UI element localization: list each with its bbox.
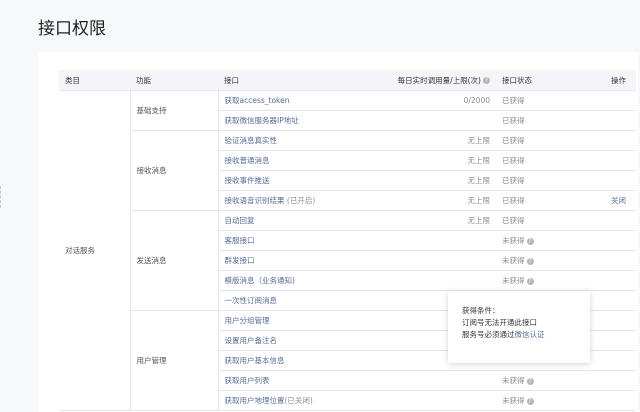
status-cell: 未获得? [496,250,564,271]
api-link[interactable]: 用户分组管理 [225,316,270,325]
question-circle-icon[interactable]: ? [526,237,534,245]
op-cell [564,150,636,171]
group-basic: 基础支持 [130,90,219,131]
status-cell: 未获得? [496,230,564,251]
api-link[interactable]: 接收普通消息 [225,156,270,165]
api-link[interactable]: 获取access_token [225,96,290,105]
quota-cell: 无上限 [382,210,496,231]
api-link[interactable]: 设置用户备注名 [225,336,278,345]
api-link[interactable]: 获取微信服务器IP地址 [225,116,299,125]
status-cell: 已获得 [496,110,564,131]
op-cell [564,270,636,291]
header-operation: 操作 [564,70,636,91]
table-header-row: 类目 功能 接口 每日实时调用量/上限(次)? 接口状态 操作 [59,70,636,91]
api-cell: 接收语音识别结果 (已开启) [218,190,382,211]
op-cell [564,230,636,251]
op-cell [564,250,636,271]
quota-cell [382,270,496,291]
api-link[interactable]: 一次性订阅消息 [225,296,278,305]
status-cell: 已获得 [496,90,564,111]
api-cell: 群发接口 [218,250,382,271]
status-cell: 已获得 [496,190,564,211]
api-cell: 客服接口 [218,230,382,251]
api-link[interactable]: 接收事件推送 [225,176,270,185]
question-circle-icon[interactable]: ? [526,397,534,405]
api-link[interactable]: 获取用户列表 [225,376,270,385]
api-link[interactable]: 获取用户地理位置 [225,396,285,405]
op-cell [564,210,636,231]
table-row: 对话服务 基础支持 获取access_token 0/2000 已获得 [59,90,636,411]
api-cell: 接收普通消息 [218,150,382,171]
wechat-verify-link[interactable]: 微信认证 [515,330,545,339]
api-state-note: (已开启) [286,196,316,205]
page-title: 接口权限 [38,19,106,39]
question-circle-icon[interactable]: ? [483,77,490,84]
op-cell [564,170,636,191]
op-cell [564,90,636,111]
header-function: 功能 [130,70,218,91]
quota-cell [382,250,496,271]
api-link[interactable]: 自动回复 [225,216,255,225]
api-link[interactable]: 客服接口 [225,236,255,245]
table-row: 发送消息 自动回复 无上限 已获得 [59,210,636,311]
api-link[interactable]: 验证消息真实性 [225,136,278,145]
table-row: 接收消息 验证消息真实性 无上限 已获得 [59,130,636,211]
close-button[interactable]: 关闭 [611,196,626,205]
api-link[interactable]: 接收语音识别结果 [225,196,285,205]
quota-cell [382,390,496,411]
api-cell: 设置用户备注名 [218,330,382,351]
op-cell: 关闭 [564,190,636,211]
tooltip-line2: 服务号必须通过微信认证 [462,330,545,339]
api-state-note: (已关闭) [284,396,313,405]
api-cell: 一次性订阅消息 [218,290,382,311]
tooltip-line1: 订阅号无法开通此接口 [462,318,537,327]
quota-cell: 无上限 [382,130,496,151]
api-cell: 获取用户列表 [218,370,382,391]
left-edge-marker [0,186,3,208]
op-cell [564,390,636,411]
api-cell: 用户分组管理 [218,310,382,331]
group-user: 用户管理 [130,310,219,411]
question-circle-icon[interactable]: ? [526,277,534,285]
question-circle-icon[interactable]: ? [526,377,534,385]
header-status: 接口状态 [496,70,564,91]
group-receive: 接收消息 [130,130,219,211]
api-cell: 获取用户基本信息 [218,350,382,371]
op-cell [564,130,636,151]
status-cell: 已获得 [496,130,564,151]
api-cell: 模版消息（业务通知) [218,270,382,291]
quota-cell: 无上限 [382,170,496,191]
status-cell: 未获得? [496,390,564,411]
group-send: 发送消息 [130,210,219,311]
api-link[interactable]: 模版消息（业务通知) [225,276,295,285]
api-cell: 获取用户地理位置(已关闭) [218,390,382,411]
api-cell: 验证消息真实性 [218,130,382,151]
header-category: 类目 [59,70,130,91]
status-cell: 已获得 [496,210,564,231]
api-cell: 获取微信服务器IP地址 [218,110,382,131]
api-link[interactable]: 群发接口 [225,256,255,265]
api-link[interactable]: 获取用户基本信息 [225,356,285,365]
header-quota: 每日实时调用量/上限(次)? [382,70,496,91]
quota-cell: 0/2000 [382,90,496,111]
tooltip-title: 获得条件： [462,306,500,315]
status-cell: 未获得? [496,270,564,291]
status-cell: 已获得 [496,150,564,171]
api-cell: 接收事件推送 [218,170,382,191]
question-circle-icon[interactable]: ? [526,257,534,265]
op-cell [564,110,636,131]
category-cell: 对话服务 [59,90,131,411]
quota-cell [382,110,496,131]
status-cell: 已获得 [496,170,564,191]
api-cell: 自动回复 [218,210,382,231]
quota-cell [382,370,496,391]
quota-cell: 无上限 [382,190,496,211]
quota-cell [382,230,496,251]
api-cell: 获取access_token [218,90,382,111]
header-api: 接口 [218,70,382,91]
permission-tooltip: 获得条件： 订阅号无法开通此接口 服务号必须通过微信认证 [448,291,590,363]
quota-cell: 无上限 [382,150,496,171]
op-cell [564,370,636,391]
status-cell: 未获得? [496,370,564,391]
